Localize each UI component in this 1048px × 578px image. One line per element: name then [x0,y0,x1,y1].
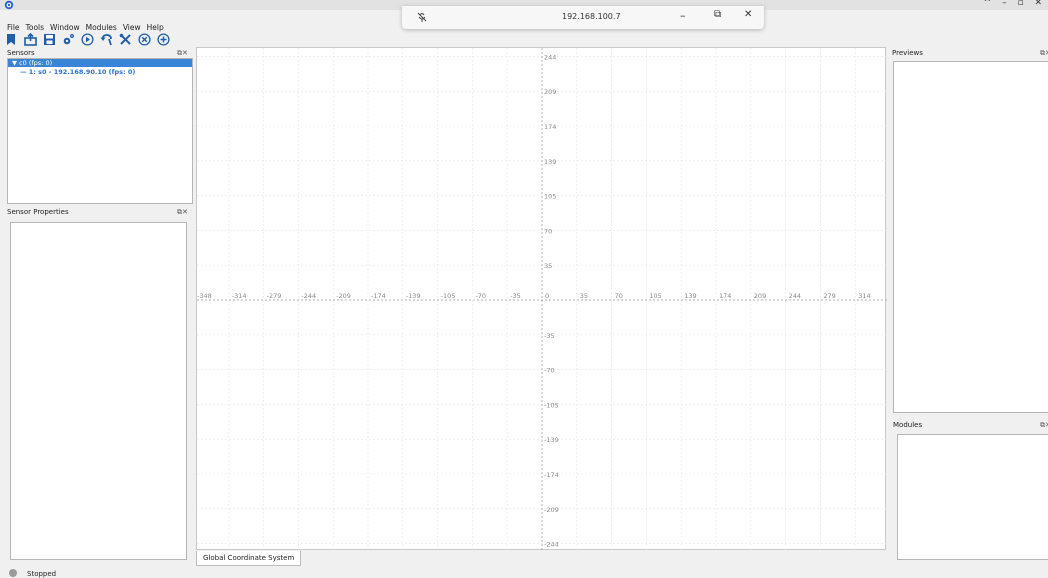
sensor-properties-title: Sensor Properties [7,208,69,216]
x-tick-label: 209 [754,292,766,300]
tree-item-c0[interactable]: ▼ c0 (fps: 0) [8,59,192,67]
y-tick-label: -35 [544,332,555,340]
status-text: Stopped [27,570,57,578]
previews-title: Previews [892,49,923,57]
previews-dock-buttons[interactable]: ⧉✕ [1040,49,1048,58]
app-logo-icon [4,0,14,10]
menu-window[interactable]: Window [50,23,80,32]
y-tick-label: -244 [544,541,559,549]
tree-item-s0[interactable]: — 1: s0 - 192.168.90.10 (fps: 0) [20,68,135,76]
window-controls[interactable]: ^ – ▫ ✕ [984,0,1046,8]
stop-icon[interactable] [138,33,151,46]
collapse-button[interactable]: ^ [984,0,996,8]
x-tick-label: 139 [684,292,696,300]
undo-icon[interactable] [100,33,113,46]
sensors-panel-title: Sensors [7,49,35,57]
tree-item-label: 1: s0 - 192.168.90.10 (fps: 0) [28,68,136,76]
x-tick-label: 314 [858,292,870,300]
previews-panel[interactable] [893,61,1048,413]
save-icon[interactable] [43,33,56,46]
menu-help[interactable]: Help [147,23,164,32]
y-tick-label: -70 [544,367,555,375]
y-tick-label: 244 [544,53,556,61]
plot-canvas[interactable]: -348 -314 -279 -244 -209 -174 -139 -105 -70 -35 0 3… [197,48,887,551]
close-button[interactable]: ✕ [1034,0,1046,8]
toolbar [5,33,170,46]
add-icon[interactable] [157,33,170,46]
y-tick-label: 35 [544,262,552,270]
tab-global-coordinate-system[interactable]: Global Coordinate System [196,551,302,566]
y-tick-label: -139 [544,436,559,444]
maximize-button[interactable]: ▫ [1017,0,1027,8]
x-tick-label: -348 [197,292,212,300]
remote-close-button[interactable]: ✕ [744,9,752,20]
x-tick-label: 70 [615,292,623,300]
remote-restore-button[interactable]: ⧉ [714,9,721,20]
sensors-tree[interactable]: ▼ c0 (fps: 0) — 1: s0 - 192.168.90.10 (f… [7,58,193,204]
y-tick-label: -105 [544,401,559,409]
menu-view[interactable]: View [123,23,141,32]
modules-panel[interactable] [897,434,1048,560]
modules-title: Modules [893,421,923,429]
y-tick-label: -174 [544,471,559,479]
x-tick-label: 105 [649,292,661,300]
y-tick-label: 209 [544,88,556,96]
x-tick-label: 244 [789,292,801,300]
x-tick-label: 174 [719,292,731,300]
remote-session-bar: 192.168.100.7 – ⧉ ✕ [402,6,764,29]
remote-ip-label: 192.168.100.7 [562,12,621,21]
y-tick-label: 70 [544,227,552,235]
settings-icon[interactable] [62,33,75,46]
x-tick-label: -139 [406,292,421,300]
export-icon[interactable] [24,33,37,46]
x-tick-label: 279 [823,292,835,300]
tools-icon[interactable] [119,33,132,46]
y-tick-label: 105 [544,193,556,201]
coordinate-plot[interactable]: -348 -314 -279 -244 -209 -174 -139 -105 -70 -35 0 3… [196,47,887,551]
bookmark-icon[interactable] [5,33,18,46]
remote-minimize-button[interactable]: – [680,9,686,22]
x-tick-label: -35 [510,292,521,300]
x-tick-label: 35 [580,292,588,300]
sensor-properties-panel[interactable] [10,222,187,560]
x-tick-label: -105 [441,292,456,300]
y-tick-label: -209 [544,506,559,514]
x-tick-label: 0 [545,292,549,300]
x-tick-label: -174 [371,292,386,300]
menu-modules[interactable]: Modules [86,23,117,32]
y-tick-label: 139 [544,158,556,166]
sensor-properties-dock-buttons[interactable]: ⧉✕ [177,208,188,217]
x-tick-label: -209 [336,292,351,300]
play-icon[interactable] [81,33,94,46]
tree-branch-icon: — [20,68,29,76]
x-tick-label: -279 [267,292,282,300]
y-tick-label: 174 [544,123,556,131]
modules-dock-buttons[interactable]: ⧉✕ [1040,421,1048,430]
x-tick-label: -314 [232,292,247,300]
menu-bar: File Tools Window Modules View Help [7,23,164,32]
x-tick-label: -70 [475,292,486,300]
minimize-button[interactable]: – [1002,0,1011,8]
menu-tools[interactable]: Tools [26,23,44,32]
mic-off-icon[interactable] [416,11,428,23]
x-tick-label: -244 [301,292,316,300]
sensors-dock-buttons[interactable]: ⧉✕ [177,49,188,58]
menu-file[interactable]: File [7,23,20,32]
tree-item-label: c0 (fps: 0) [19,59,53,67]
